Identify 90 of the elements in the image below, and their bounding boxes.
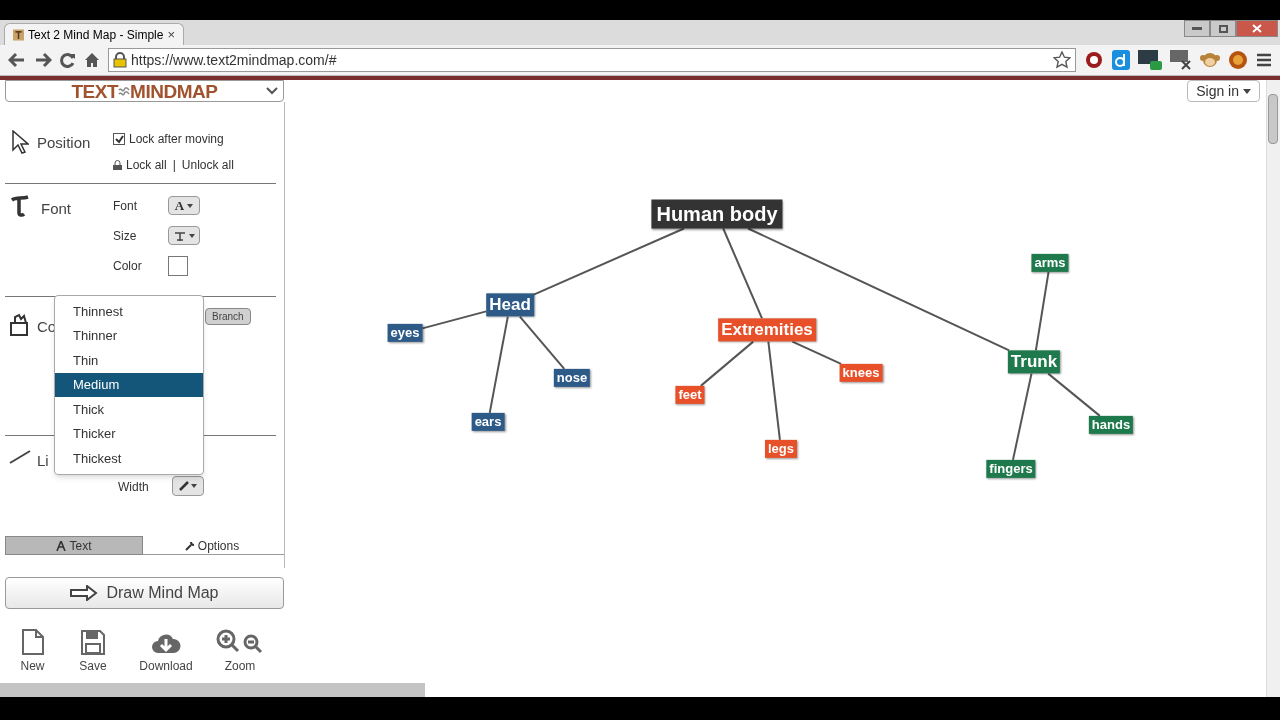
padlock-icon [113, 160, 122, 170]
panel-tab[interactable]: Text [5, 536, 143, 555]
text-size-icon [173, 230, 186, 241]
font-dropdown[interactable]: A [168, 196, 200, 215]
monitor-icon[interactable] [1138, 50, 1162, 70]
minimize-button[interactable] [1184, 20, 1210, 37]
leaf-node[interactable]: knees [839, 363, 883, 383]
section-title: Li [37, 451, 49, 471]
caret-icon [187, 203, 194, 208]
branch-node[interactable]: Extremities [718, 318, 816, 342]
scrollbar[interactable] [1266, 80, 1280, 697]
home-icon[interactable] [84, 52, 100, 68]
caret-icon [188, 233, 195, 238]
reload-icon[interactable] [60, 52, 76, 68]
leaf-node[interactable]: feet [675, 385, 705, 405]
field-label: Font [113, 197, 138, 215]
leaf-node[interactable]: ears [471, 412, 505, 432]
section-title: Position [37, 133, 91, 153]
color-swatch[interactable] [168, 255, 188, 276]
menu-item[interactable]: Thin [55, 348, 203, 373]
root-node[interactable]: Human body [651, 199, 783, 229]
letter-a-icon [56, 540, 67, 551]
save-button[interactable]: Save [60, 629, 126, 675]
zoom-button[interactable]: Zoom [206, 629, 274, 675]
paint-bucket-icon [9, 313, 31, 337]
menu-item[interactable]: Thinner [55, 323, 203, 348]
leaf-node[interactable]: arms [1031, 253, 1069, 273]
width-dropdown[interactable] [172, 476, 204, 496]
cursor-arrow-icon [12, 130, 29, 154]
arrow-right-icon [70, 585, 99, 601]
menu-item[interactable]: Thick [55, 397, 203, 422]
menu-icon[interactable] [1256, 52, 1272, 68]
size-dropdown[interactable] [168, 226, 200, 245]
draw-mind-map-button[interactable]: Draw Mind Map [5, 577, 284, 609]
zoom-in-out-icon [216, 629, 264, 655]
field-label: Size [113, 227, 138, 245]
connector-line [1047, 372, 1101, 417]
menu-item[interactable]: Thinnest [55, 299, 203, 324]
lock-all-link[interactable]: Lock all [126, 156, 167, 174]
close-window-button[interactable] [1236, 20, 1278, 37]
field-label: Color [113, 257, 143, 275]
close-icon [1252, 24, 1262, 33]
star-icon[interactable] [1053, 51, 1071, 69]
caret-icon [1243, 88, 1251, 94]
checkbox[interactable] [113, 133, 125, 145]
leaf-node[interactable]: nose [553, 368, 591, 388]
restore-button[interactable] [1210, 20, 1236, 37]
favicon-icon [13, 27, 24, 42]
branch-button[interactable]: Branch [205, 308, 251, 325]
leaf-node[interactable]: fingers [986, 459, 1036, 479]
panel-tab[interactable]: Options [143, 536, 281, 555]
pencil-icon [179, 481, 189, 491]
section-title: Font [41, 199, 71, 219]
field-label: Width [118, 479, 149, 496]
lock-icon [113, 52, 127, 68]
logo-text: MINDMAP [130, 81, 218, 101]
separator-text: | [172, 157, 176, 174]
branch-node[interactable]: Trunk [1007, 350, 1061, 374]
leaf-node[interactable]: eyes [387, 323, 423, 343]
monkey-icon[interactable] [1200, 51, 1220, 69]
leaf-node[interactable]: legs [765, 439, 797, 459]
wrench-icon [184, 540, 195, 551]
tab-title: Text 2 Mind Map - Simple [28, 26, 164, 44]
url-text: https://www.text2mindmap.com/# [131, 50, 337, 70]
letter-d-icon[interactable] [1112, 50, 1130, 70]
branch-node[interactable]: Head [486, 293, 534, 317]
line-icon [9, 450, 31, 464]
new-file-button[interactable]: New [5, 629, 60, 675]
font-t-icon [11, 195, 29, 217]
chevron-down-icon[interactable] [266, 87, 278, 95]
browser-tab[interactable]: Text 2 Mind Map - Simple × [4, 23, 184, 45]
forward-icon[interactable] [34, 52, 52, 68]
leaf-node[interactable]: hands [1088, 415, 1134, 435]
logo-header[interactable]: TEXT MINDMAP [5, 80, 284, 102]
address-bar[interactable]: https://www.text2mindmap.com/# [108, 48, 1076, 72]
wave-icon [118, 86, 131, 96]
sign-in-button[interactable]: Sign in [1187, 80, 1260, 102]
caret-icon [191, 484, 197, 488]
connector-line [518, 315, 566, 370]
document-icon [20, 629, 45, 655]
unlock-all-link[interactable]: Unlock all [181, 156, 234, 174]
back-icon[interactable] [8, 52, 26, 68]
download-button[interactable]: Download [126, 629, 206, 675]
menu-item[interactable]: Medium [55, 372, 203, 397]
close-tab-button[interactable]: × [167, 28, 175, 41]
screen-x-icon[interactable] [1170, 50, 1192, 70]
menu-item[interactable]: Thickest [55, 446, 203, 471]
logo-text: TEXT [71, 81, 119, 101]
checkbox-label: Lock after moving [129, 131, 224, 148]
menu-item[interactable]: Thicker [55, 421, 203, 446]
